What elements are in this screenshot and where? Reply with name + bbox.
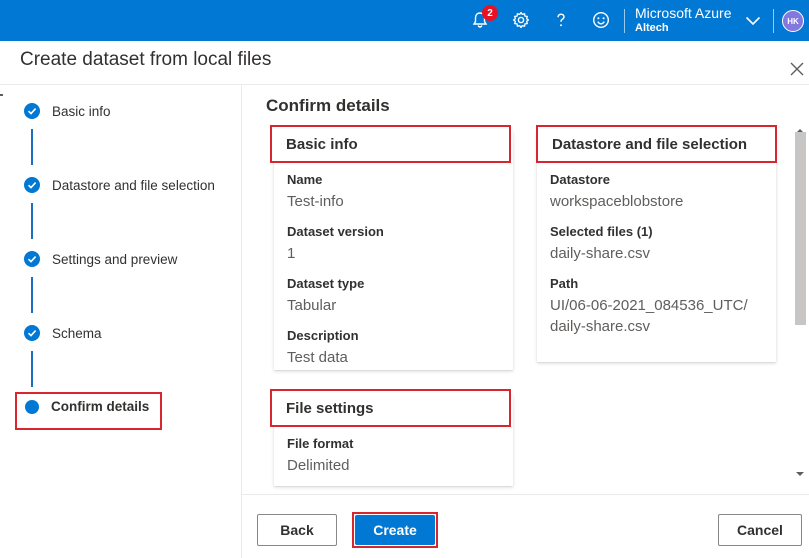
gear-icon[interactable] [510,9,532,31]
basic-info-heading: Basic info [270,125,511,163]
wizard-stepper: Basic info Datastore and file selection … [0,85,242,558]
field-label: Dataset version [287,224,384,239]
panel-title: Create dataset from local files [20,49,272,70]
field-datastore: Datastore workspaceblobstore [550,172,683,212]
stepper-divider [241,85,242,558]
scroll-down-arrow-icon[interactable] [796,464,804,482]
field-value: Test data [287,349,348,366]
top-bar: 2 Microsoft Azure Altech HK [0,0,809,41]
help-icon[interactable] [550,9,572,31]
section-title: Confirm details [266,96,390,115]
step-connector [31,277,33,313]
step-label: Datastore and file selection [52,177,215,193]
field-dataset-type: Dataset type Tabular [287,276,364,316]
create-button[interactable]: Create [355,515,435,545]
tenant-directory: Altech [635,22,669,34]
field-label: File format [287,436,354,451]
feedback-smiley-icon[interactable] [590,9,612,31]
active-step-highlight [15,392,162,430]
step-basic-info[interactable]: Basic info [24,103,111,119]
field-label: Description [287,328,359,343]
field-value: Delimited [287,457,350,474]
cancel-button[interactable]: Cancel [718,514,802,546]
step-label: Schema [52,325,102,341]
field-path: Path UI/06-06-2021_084536_UTC/daily-shar… [550,276,750,337]
checkmark-icon [24,103,40,119]
step-connector [31,351,33,387]
scrollbar-thumb[interactable] [795,132,806,325]
field-label: Name [287,172,323,187]
back-button[interactable]: Back [257,514,337,546]
field-file-format: File format Delimited [287,436,353,476]
field-label: Selected files (1) [550,224,653,239]
close-icon[interactable] [790,62,804,76]
field-dataset-version: Dataset version 1 [287,224,384,264]
step-schema[interactable]: Schema [24,325,102,341]
datastore-heading: Datastore and file selection [536,125,777,163]
field-value: 1 [287,245,296,262]
field-value: Tabular [287,297,337,314]
footer-divider [242,494,809,495]
topbar-separator [773,9,774,33]
step-settings-preview[interactable]: Settings and preview [24,251,177,267]
field-value: UI/06-06-2021_084536_UTC/daily-share.csv [550,297,748,335]
field-label: Path [550,276,579,291]
step-label: Basic info [52,103,111,119]
checkmark-icon [24,325,40,341]
step-datastore-selection[interactable]: Datastore and file selection [24,177,215,193]
field-label: Dataset type [287,276,365,291]
field-value: daily-share.csv [550,245,651,262]
file-settings-heading: File settings [270,389,511,427]
field-label: Datastore [550,172,610,187]
account-switcher[interactable]: Microsoft Azure Altech [635,6,731,34]
chevron-down-icon[interactable] [744,12,762,35]
field-selected-files: Selected files (1) daily-share.csv [550,224,653,264]
notification-badge: 2 [482,5,498,21]
step-connector [31,203,33,239]
topbar-separator [624,9,625,33]
field-value: workspaceblobstore [550,193,684,210]
field-name: Name Test-info [287,172,344,212]
tenant-name: Microsoft Azure [635,5,732,21]
step-label: Settings and preview [52,251,178,267]
checkmark-icon [24,251,40,267]
field-value: Test-info [287,193,344,210]
checkmark-icon [24,177,40,193]
field-description: Description Test data [287,328,359,368]
avatar[interactable]: HK [782,10,804,32]
step-connector [31,129,33,165]
